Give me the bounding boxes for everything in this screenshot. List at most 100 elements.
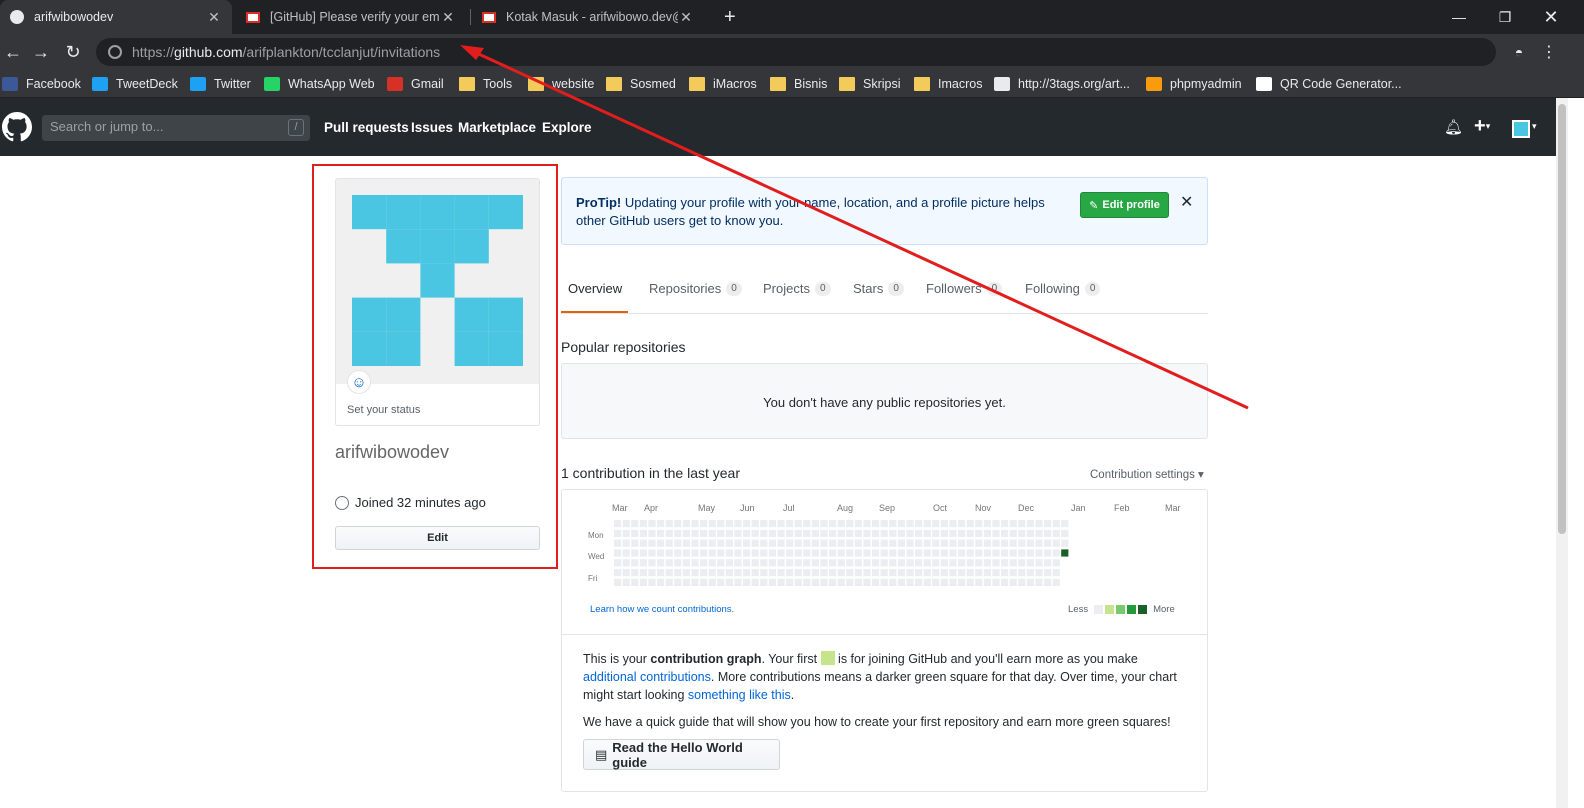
contribution-day[interactable]	[923, 578, 931, 586]
contribution-day[interactable]	[1052, 529, 1060, 537]
contribution-day[interactable]	[794, 520, 802, 528]
contribution-day[interactable]	[958, 529, 966, 537]
contribution-day[interactable]	[777, 539, 785, 547]
contribution-day[interactable]	[674, 529, 682, 537]
something-like-this-link[interactable]: something like this	[688, 688, 791, 702]
contribution-day[interactable]	[614, 549, 622, 557]
contribution-day[interactable]	[906, 559, 914, 567]
contribution-day[interactable]	[1001, 569, 1009, 577]
contribution-day[interactable]	[1035, 529, 1043, 537]
contribution-day[interactable]	[700, 539, 708, 547]
contribution-day[interactable]	[829, 520, 837, 528]
contribution-day[interactable]	[622, 520, 630, 528]
contribution-day[interactable]	[949, 569, 957, 577]
contribution-day[interactable]	[1026, 539, 1034, 547]
contribution-day[interactable]	[837, 578, 845, 586]
contribution-day[interactable]	[794, 539, 802, 547]
contribution-day[interactable]	[648, 549, 656, 557]
contribution-day[interactable]	[1035, 569, 1043, 577]
contribution-day[interactable]	[811, 539, 819, 547]
contribution-day[interactable]	[1009, 578, 1017, 586]
contribution-day[interactable]	[751, 520, 759, 528]
contribution-day[interactable]	[803, 569, 811, 577]
contribution-day[interactable]	[639, 559, 647, 567]
contribution-day[interactable]	[829, 529, 837, 537]
contribution-day[interactable]	[777, 578, 785, 586]
bookmark-facebook[interactable]: Facebook	[2, 74, 81, 94]
contribution-day[interactable]	[717, 520, 725, 528]
contribution-day[interactable]	[975, 539, 983, 547]
contribution-day[interactable]	[725, 569, 733, 577]
contribution-day[interactable]	[674, 578, 682, 586]
scroll-thumb[interactable]	[1558, 104, 1566, 534]
contribution-day[interactable]	[777, 529, 785, 537]
contribution-day[interactable]	[639, 520, 647, 528]
contribution-day[interactable]	[889, 578, 897, 586]
contribution-day[interactable]	[880, 539, 888, 547]
contribution-day[interactable]	[743, 549, 751, 557]
contribution-day[interactable]	[631, 520, 639, 528]
contribution-day[interactable]	[803, 549, 811, 557]
contribution-day[interactable]	[906, 539, 914, 547]
contribution-day[interactable]	[897, 578, 905, 586]
contribution-day[interactable]	[1009, 529, 1017, 537]
contribution-day[interactable]	[880, 549, 888, 557]
contribution-day[interactable]	[1044, 529, 1052, 537]
contribution-day[interactable]	[992, 529, 1000, 537]
contribution-day[interactable]	[837, 569, 845, 577]
contribution-day[interactable]	[786, 578, 794, 586]
contribution-day[interactable]	[923, 549, 931, 557]
contribution-day[interactable]	[674, 549, 682, 557]
contribution-day[interactable]	[975, 529, 983, 537]
contribution-day[interactable]	[906, 529, 914, 537]
contribution-day[interactable]	[958, 520, 966, 528]
contribution-day[interactable]	[829, 539, 837, 547]
contribution-day[interactable]	[1035, 520, 1043, 528]
contribution-day[interactable]	[837, 559, 845, 567]
contribution-day[interactable]	[880, 569, 888, 577]
contribution-day[interactable]	[614, 520, 622, 528]
tab-followers[interactable]: Followers 0	[926, 281, 1003, 296]
contribution-day[interactable]	[811, 529, 819, 537]
contribution-day[interactable]	[648, 539, 656, 547]
contribution-day[interactable]	[734, 539, 742, 547]
contribution-day[interactable]	[717, 529, 725, 537]
contribution-day[interactable]	[872, 569, 880, 577]
contribution-day[interactable]	[1001, 520, 1009, 528]
contribution-day[interactable]	[1026, 529, 1034, 537]
contribution-day[interactable]	[1018, 559, 1026, 567]
contribution-day[interactable]	[614, 569, 622, 577]
contribution-day[interactable]	[863, 549, 871, 557]
bookmark-imacros[interactable]: Imacros	[914, 74, 982, 94]
contribution-day[interactable]	[854, 569, 862, 577]
contribution-day[interactable]	[863, 569, 871, 577]
contribution-day[interactable]	[983, 559, 991, 567]
contribution-day[interactable]	[897, 549, 905, 557]
contribution-day[interactable]	[691, 520, 699, 528]
contribution-day[interactable]	[734, 559, 742, 567]
contribution-day[interactable]	[725, 549, 733, 557]
contribution-day[interactable]	[846, 529, 854, 537]
contribution-day[interactable]	[846, 539, 854, 547]
contribution-day[interactable]	[639, 549, 647, 557]
contribution-day[interactable]	[897, 520, 905, 528]
contribution-day[interactable]	[691, 559, 699, 567]
contribution-day[interactable]	[854, 578, 862, 586]
tab-projects[interactable]: Projects 0	[763, 281, 831, 296]
contribution-day[interactable]	[829, 578, 837, 586]
contribution-day[interactable]	[975, 549, 983, 557]
contribution-day[interactable]	[786, 569, 794, 577]
contribution-day[interactable]	[622, 559, 630, 567]
contribution-day[interactable]	[657, 520, 665, 528]
contribution-day[interactable]	[1035, 539, 1043, 547]
contribution-day[interactable]	[897, 569, 905, 577]
contribution-day[interactable]	[872, 529, 880, 537]
contribution-day[interactable]	[734, 520, 742, 528]
contribution-day[interactable]	[648, 569, 656, 577]
bookmark-qr-code-generator[interactable]: QR Code Generator...	[1256, 74, 1402, 94]
contribution-day[interactable]	[854, 529, 862, 537]
contribution-day[interactable]	[751, 529, 759, 537]
contribution-day[interactable]	[665, 539, 673, 547]
contribution-day[interactable]	[751, 569, 759, 577]
contribution-day[interactable]	[657, 549, 665, 557]
